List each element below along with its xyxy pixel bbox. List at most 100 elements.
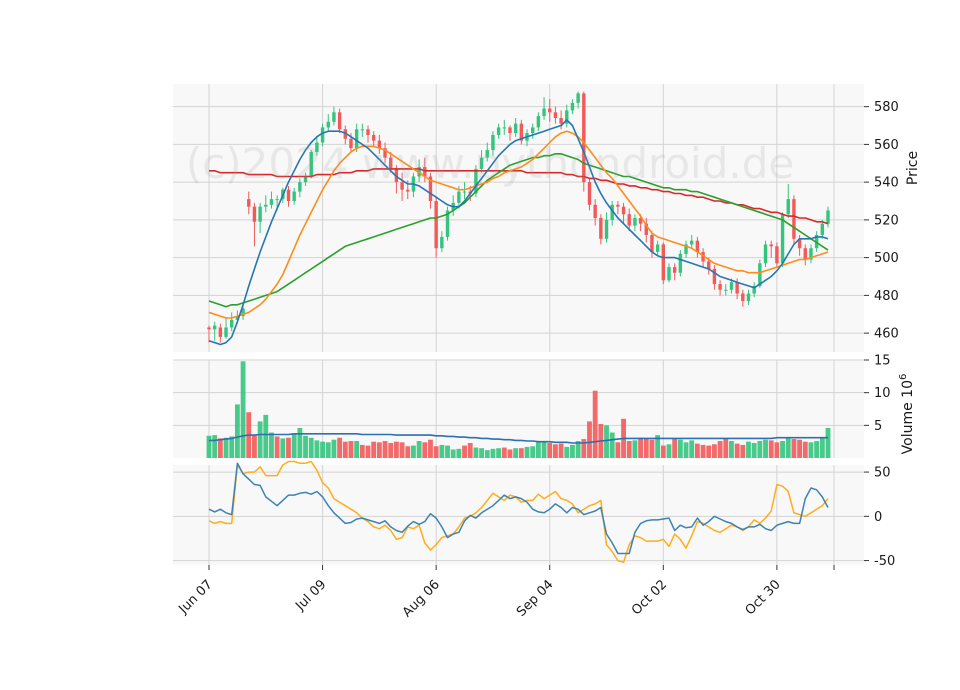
volume-bar bbox=[797, 439, 803, 458]
volume-bar bbox=[263, 414, 269, 458]
volume-bar bbox=[547, 442, 553, 458]
candle-body bbox=[672, 267, 677, 273]
candle-body bbox=[264, 204, 268, 207]
candle-body bbox=[661, 244, 666, 281]
volume-bar bbox=[217, 438, 223, 458]
volume-bar bbox=[303, 435, 308, 458]
volume-bar bbox=[496, 448, 502, 458]
candle-body bbox=[434, 201, 438, 249]
volume-bar bbox=[541, 442, 547, 458]
candle-body bbox=[792, 199, 796, 239]
y-tick-label: 560 bbox=[874, 138, 899, 153]
candle-body bbox=[570, 102, 575, 111]
volume-bar bbox=[462, 445, 467, 458]
candle-body bbox=[247, 199, 251, 207]
candle-body bbox=[678, 253, 683, 273]
candle-body bbox=[530, 127, 535, 134]
volume-bar bbox=[467, 442, 473, 458]
volume-bar bbox=[717, 441, 723, 458]
y-tick-label: 5 bbox=[874, 419, 882, 434]
volume-bar bbox=[570, 444, 575, 458]
x-tick-label: Oct 02 bbox=[629, 577, 670, 618]
volume-bar bbox=[660, 445, 666, 458]
candle-body bbox=[207, 327, 211, 330]
volume-bar bbox=[399, 442, 405, 458]
volume-bar bbox=[774, 442, 780, 458]
x-tick-label: Aug 06 bbox=[400, 577, 443, 620]
volume-bar bbox=[530, 446, 536, 458]
volume-bar bbox=[212, 435, 218, 458]
y-tick-label: 15 bbox=[874, 354, 891, 369]
volume-bar bbox=[325, 442, 331, 458]
y-tick-label: 580 bbox=[874, 100, 899, 115]
volume-bar bbox=[808, 442, 814, 458]
volume-bar bbox=[274, 436, 280, 458]
volume-bar bbox=[712, 444, 717, 458]
candle-body bbox=[655, 244, 660, 252]
candlestick bbox=[763, 240, 768, 268]
volume-bar bbox=[337, 437, 343, 458]
volume-bar bbox=[308, 437, 314, 458]
candle-body bbox=[690, 240, 694, 245]
volume-bar bbox=[450, 449, 456, 458]
volume-bar bbox=[376, 442, 382, 458]
candle-body bbox=[616, 204, 620, 207]
volume-bar bbox=[416, 441, 422, 458]
volume-bar bbox=[524, 446, 530, 458]
volume-bar bbox=[348, 441, 354, 458]
volume-bar bbox=[609, 432, 615, 458]
volume-bar bbox=[632, 440, 638, 458]
candle-body bbox=[775, 246, 779, 264]
volume-bar bbox=[223, 437, 229, 458]
y-tick-label: 50 bbox=[874, 466, 891, 481]
volume-bar bbox=[422, 442, 428, 458]
volume-bar bbox=[672, 438, 678, 458]
volume-bar bbox=[768, 440, 774, 458]
volume-bar bbox=[393, 441, 399, 458]
volume-bar bbox=[751, 442, 757, 458]
volume-bar bbox=[297, 427, 303, 458]
volume-bar bbox=[564, 446, 570, 458]
candle-body bbox=[786, 199, 790, 215]
volume-bar bbox=[206, 435, 212, 458]
price-axis-label: Price bbox=[905, 151, 921, 185]
volume-bar bbox=[780, 441, 785, 458]
x-tick-label: Jun 07 bbox=[176, 577, 216, 617]
candle-body bbox=[741, 293, 745, 302]
candle-body bbox=[252, 206, 257, 222]
volume-bar bbox=[763, 439, 768, 458]
volume-bar bbox=[746, 441, 751, 458]
volume-bar bbox=[240, 361, 246, 458]
candle-body bbox=[729, 282, 734, 290]
candle-body bbox=[763, 244, 768, 264]
candle-body bbox=[536, 116, 541, 128]
volume-bar bbox=[331, 439, 337, 458]
candle-body bbox=[502, 127, 507, 129]
volume-bar bbox=[473, 447, 479, 458]
oscillator-panel-background bbox=[173, 465, 864, 565]
candle-body bbox=[718, 284, 722, 290]
volume-bar bbox=[700, 444, 706, 458]
y-tick-label: -50 bbox=[874, 554, 895, 569]
candle-body bbox=[508, 127, 512, 134]
volume-bar bbox=[666, 444, 672, 458]
volume-bar bbox=[456, 448, 462, 458]
candle-body bbox=[559, 117, 563, 124]
volume-bar bbox=[342, 441, 348, 458]
candle-body bbox=[457, 191, 461, 203]
candle-body bbox=[826, 210, 830, 224]
volume-bar bbox=[683, 442, 689, 458]
candle-body bbox=[553, 112, 558, 118]
volume-bar bbox=[638, 437, 644, 458]
candle-body bbox=[440, 236, 444, 249]
candle-body bbox=[462, 191, 467, 193]
volume-bar bbox=[626, 441, 632, 458]
volume-bar bbox=[490, 448, 496, 458]
candle-body bbox=[286, 189, 291, 202]
candle-body bbox=[593, 204, 597, 218]
y-tick-label: 540 bbox=[874, 176, 899, 191]
candle-body bbox=[599, 218, 603, 239]
volume-bar bbox=[484, 450, 490, 458]
candle-body bbox=[621, 206, 626, 215]
candle-body bbox=[326, 121, 330, 128]
